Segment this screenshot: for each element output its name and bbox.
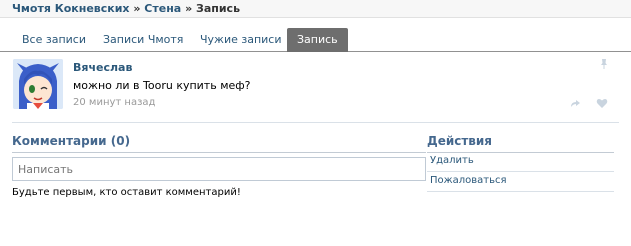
breadcrumb-owner-link[interactable]: Чмотя Кокневских: [12, 2, 130, 15]
comment-input[interactable]: [12, 157, 426, 181]
breadcrumb-current: Запись: [196, 2, 241, 15]
tab-bar: Все записи Записи Чмотя Чужие записи Зап…: [0, 28, 631, 52]
avatar[interactable]: [13, 59, 63, 109]
heart-icon[interactable]: [596, 97, 608, 109]
tab-all-posts[interactable]: Все записи: [12, 28, 96, 52]
actions-heading: Действия: [427, 134, 493, 148]
comments-divider: [12, 152, 426, 153]
delete-link[interactable]: Удалить: [427, 152, 614, 172]
share-icon[interactable]: [569, 97, 581, 109]
breadcrumb-separator: »: [181, 2, 196, 15]
report-link[interactable]: Пожаловаться: [427, 172, 614, 192]
tab-post[interactable]: Запись: [287, 28, 348, 52]
comments-empty-note: Будьте первым, кто оставит комментарий!: [12, 187, 241, 198]
wall-post: Вячеслав можно ли в Tooru купить меф? 20…: [12, 58, 619, 120]
pin-icon[interactable]: [599, 58, 609, 70]
tab-owner-posts[interactable]: Записи Чмотя: [93, 28, 193, 52]
tab-others-posts[interactable]: Чужие записи: [190, 28, 292, 52]
breadcrumb-separator: »: [129, 2, 145, 15]
breadcrumb-wall-link[interactable]: Стена: [144, 2, 181, 15]
comments-heading: Комментарии (0): [12, 134, 131, 148]
breadcrumb: Чмотя Кокневских » Стена » Запись: [12, 2, 240, 15]
post-timestamp[interactable]: 20 минут назад: [73, 97, 155, 108]
post-text: можно ли в Tooru купить меф?: [73, 79, 251, 92]
header-bar: Чмотя Кокневских » Стена » Запись: [0, 0, 631, 18]
post-divider: [12, 122, 619, 123]
avatar-image: [13, 59, 63, 109]
post-author[interactable]: Вячеслав: [73, 61, 132, 74]
